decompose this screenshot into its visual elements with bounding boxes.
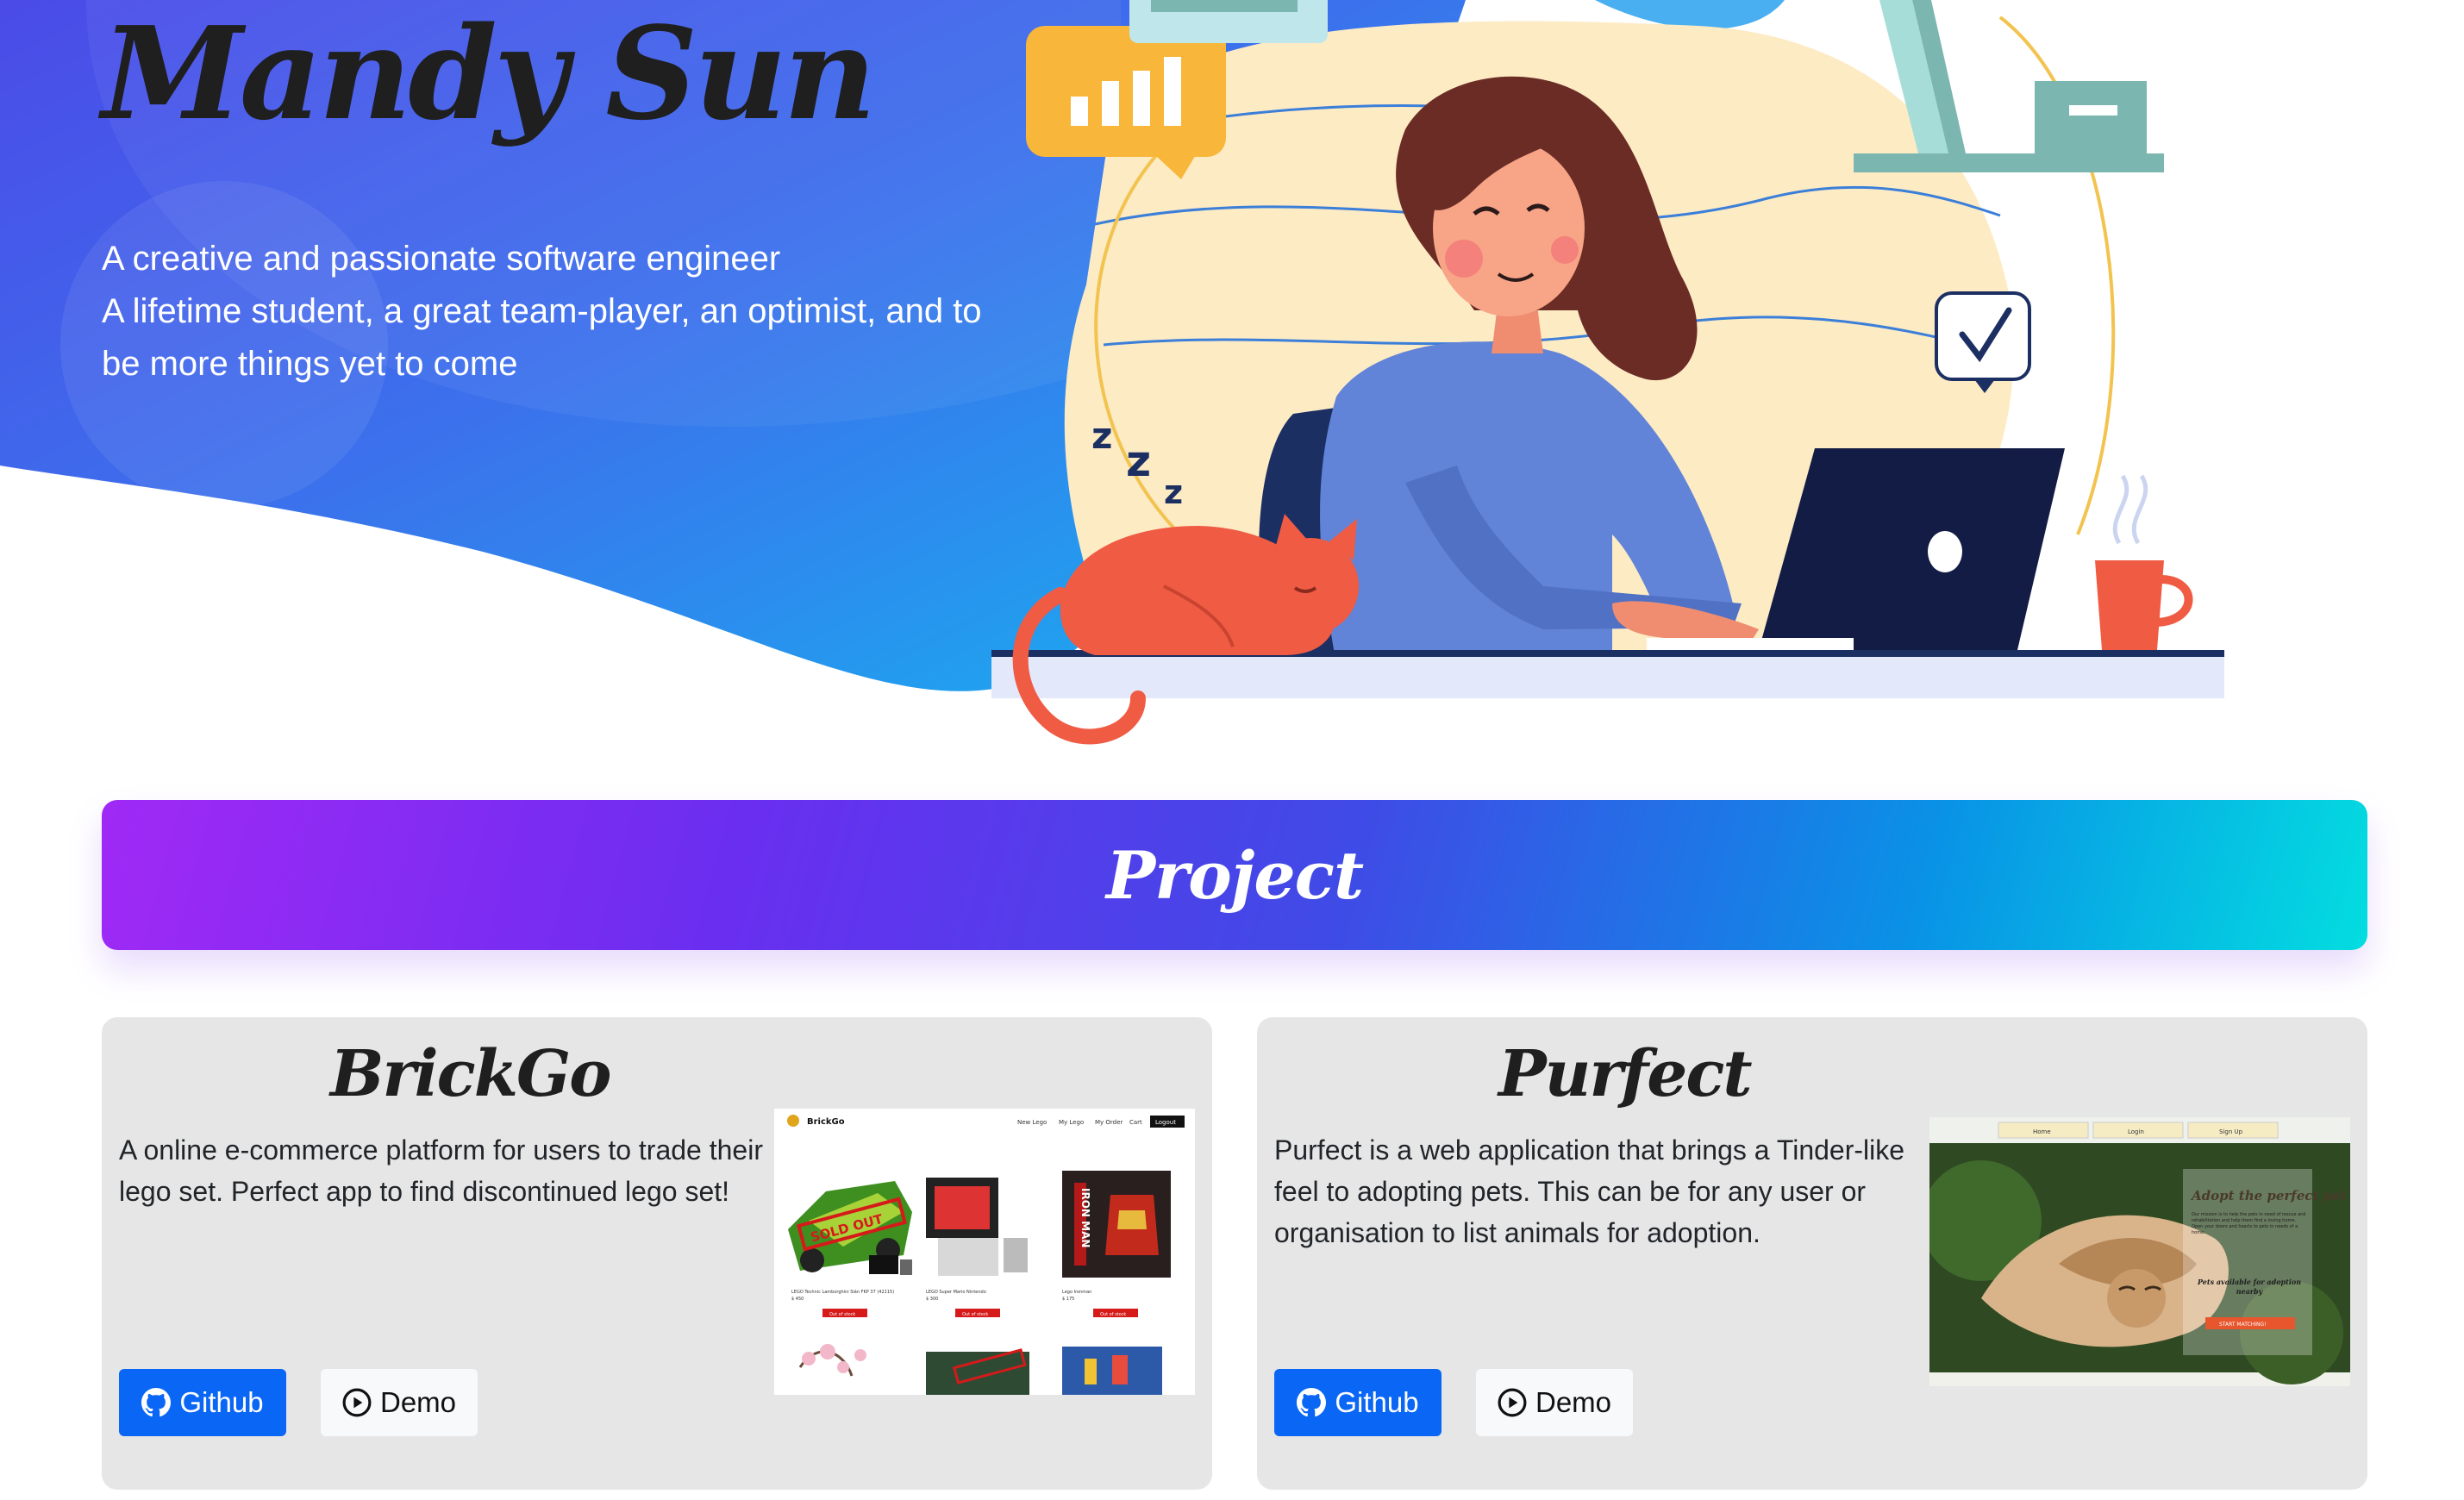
project-title: BrickGo xyxy=(330,1037,612,1111)
ironman-box-text: IRON MAN xyxy=(1079,1188,1091,1247)
product-1-status: Out of stock xyxy=(829,1312,855,1317)
brickgo-nav-logout: Logout xyxy=(1155,1119,1176,1126)
purfect-body: Our mission is to help the pets in need … xyxy=(2192,1212,2306,1235)
product-2-status: Out of stock xyxy=(962,1312,988,1317)
product-2-price: $ 300 xyxy=(926,1297,938,1302)
project-card-purfect: Purfect Purfect is a web application tha… xyxy=(1257,1017,2367,1490)
github-label: Github xyxy=(179,1386,264,1418)
project-description: Purfect is a web application that brings… xyxy=(1274,1134,1905,1248)
project-section-banner: Project xyxy=(102,800,2367,950)
project-section-title: Project xyxy=(1105,836,1364,914)
demo-button[interactable]: Demo xyxy=(1476,1369,1633,1436)
project-description: A online e-commerce platform for users t… xyxy=(119,1134,763,1207)
purfect-nav-signup: Sign Up xyxy=(2219,1128,2243,1135)
bar-chart-icon xyxy=(1026,26,1226,179)
purfect-nav-home: Home xyxy=(2033,1128,2051,1135)
product-3-price: $ 175 xyxy=(1062,1297,1074,1302)
github-icon xyxy=(141,1388,172,1417)
svg-text:z: z xyxy=(1091,415,1112,457)
purfect-heading: Adopt the perfect pet xyxy=(2190,1188,2347,1203)
brickgo-nav-cart: Cart xyxy=(1129,1119,1142,1126)
tagline-line-2: A lifetime student, a great team-player,… xyxy=(102,292,982,383)
hero-tagline: A creative and passionate software engin… xyxy=(102,233,998,391)
demo-label: Demo xyxy=(379,1386,457,1418)
brickgo-nav-new: New Lego xyxy=(1017,1119,1047,1126)
github-button[interactable]: Github xyxy=(1274,1369,1442,1436)
brickgo-brand: BrickGo xyxy=(807,1117,845,1127)
product-1-caption: LEGO Technic Lamborghini Sián FKP 37 (42… xyxy=(791,1289,894,1295)
demo-label: Demo xyxy=(1535,1386,1612,1418)
github-button[interactable]: Github xyxy=(119,1369,286,1436)
brickgo-nav-mylego: My Lego xyxy=(1059,1119,1084,1126)
project-screenshot: Home Login Sign Up Adopt the perfect pet… xyxy=(1929,1117,2350,1386)
purfect-subheading: Pets available for adoption nearby xyxy=(2197,1278,2302,1296)
product-3-caption: Lego Ironman xyxy=(1062,1290,1091,1295)
project-title: Purfect xyxy=(1498,1037,1753,1111)
hero-name: Mandy Sun xyxy=(102,0,876,148)
play-circle-icon xyxy=(1498,1388,1527,1417)
project-card-brickgo: BrickGo A online e-commerce platform for… xyxy=(102,1017,1212,1490)
svg-text:z: z xyxy=(1126,436,1151,486)
product-2-caption: LEGO Super Mario Nintendo xyxy=(926,1290,986,1295)
demo-button[interactable]: Demo xyxy=(321,1369,478,1436)
checkmark-icon xyxy=(1935,291,2031,393)
purfect-nav-login: Login xyxy=(2128,1128,2144,1135)
tagline-line-1: A creative and passionate software engin… xyxy=(102,240,781,278)
project-screenshot: BrickGo New Lego My Lego My Order Cart L… xyxy=(774,1109,1195,1395)
play-circle-icon xyxy=(342,1388,372,1417)
product-1-price: $ 450 xyxy=(791,1297,804,1302)
brickgo-nav-order: My Order xyxy=(1095,1119,1123,1126)
svg-text:z: z xyxy=(1164,473,1183,511)
developer-illustration: z z z xyxy=(991,0,2224,745)
github-icon xyxy=(1297,1388,1327,1417)
github-label: Github xyxy=(1335,1386,1419,1418)
purfect-cta: START MATCHING! xyxy=(2219,1322,2267,1328)
product-3-status: Out of stock xyxy=(1100,1312,1126,1317)
